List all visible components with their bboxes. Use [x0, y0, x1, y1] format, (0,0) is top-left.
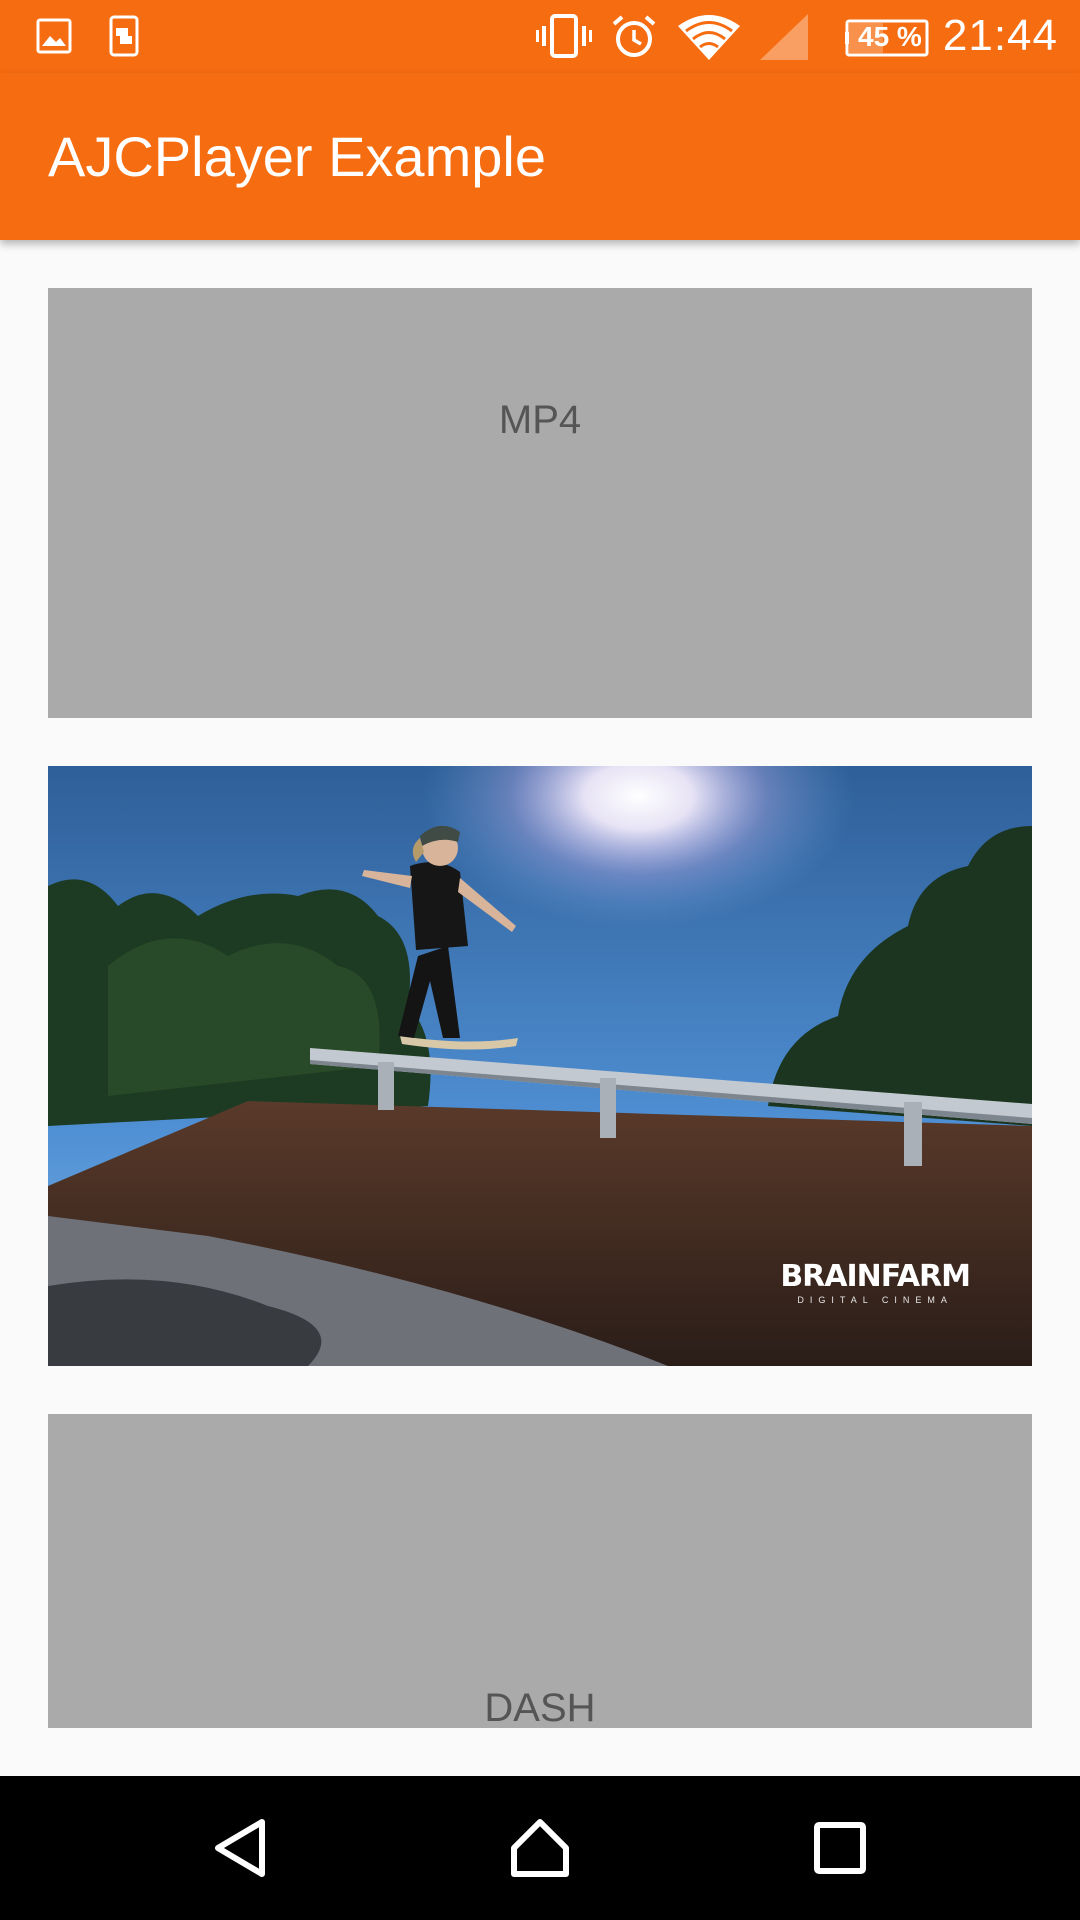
- watermark-sub: DIGITAL CINEMA: [797, 1295, 953, 1305]
- signal-icon: [760, 14, 808, 60]
- video-label-mp4: MP4: [498, 398, 582, 442]
- app-title: AJCPlayer Example: [48, 125, 546, 188]
- recents-icon: [814, 1822, 866, 1874]
- status-time: 21:44: [942, 11, 1058, 60]
- video-label-dash: DASH: [484, 1686, 596, 1728]
- wifi-icon: [678, 15, 740, 60]
- battery-percent: 45 %: [858, 21, 922, 52]
- screen-cast-icon: [109, 15, 139, 57]
- video-player-playing[interactable]: BRAINFARM DIGITAL CINEMA: [48, 766, 1032, 1366]
- status-bar: 45 % 21:44: [0, 0, 1080, 73]
- home-button[interactable]: [460, 1776, 620, 1920]
- image-icon: [36, 18, 72, 54]
- back-button[interactable]: [160, 1776, 320, 1920]
- app-bar: AJCPlayer Example: [0, 73, 1080, 240]
- video-list[interactable]: MP4 BRAINFARM DIGITAL CINEMA DASH: [0, 240, 1080, 1776]
- watermark-main: BRAINFARM: [780, 1259, 971, 1294]
- video-player-mp4[interactable]: MP4: [48, 288, 1032, 718]
- home-icon: [511, 1819, 569, 1877]
- brainfarm-watermark: BRAINFARM DIGITAL CINEMA: [780, 1259, 971, 1306]
- back-icon: [215, 1819, 265, 1877]
- video-player-dash[interactable]: DASH: [48, 1414, 1032, 1728]
- alarm-icon: [612, 15, 656, 57]
- vibrate-icon: [536, 14, 592, 58]
- recents-button[interactable]: [760, 1776, 920, 1920]
- navigation-bar: [0, 1776, 1080, 1920]
